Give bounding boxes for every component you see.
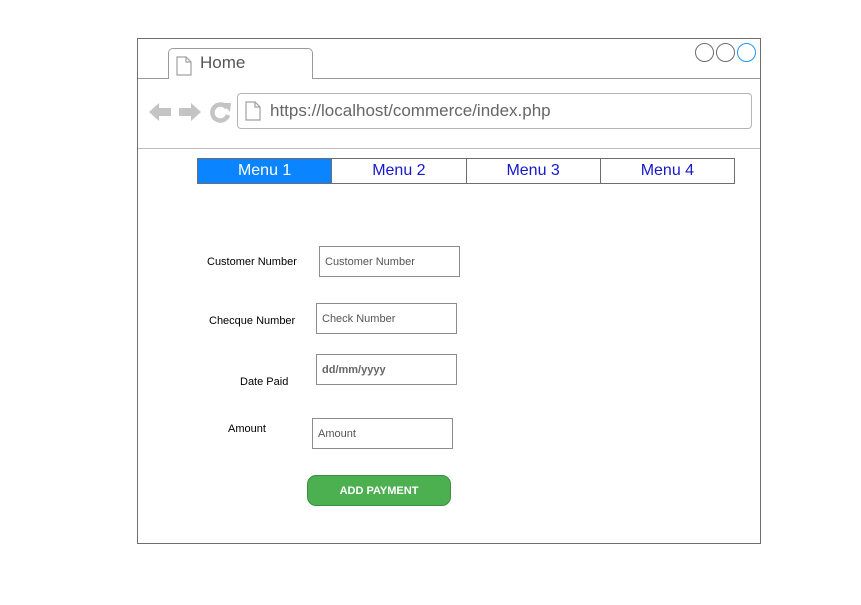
browser-window: Home https://localhost/commerce/index.ph… [137, 38, 761, 544]
menu-bar: Menu 1 Menu 2 Menu 3 Menu 4 [197, 158, 735, 184]
customer-number-input[interactable]: Customer Number [319, 246, 460, 277]
tab-label: Home [200, 53, 246, 72]
address-url: https://localhost/commerce/index.php [270, 101, 551, 120]
window-control-circle[interactable] [716, 43, 735, 62]
forward-arrow-icon[interactable] [178, 100, 202, 129]
document-icon [176, 56, 192, 81]
cheque-number-input[interactable]: Check Number [316, 303, 457, 334]
page-icon [245, 101, 261, 126]
menu-item-4[interactable]: Menu 4 [600, 159, 734, 183]
customer-number-label: Customer Number [207, 256, 297, 268]
add-payment-button[interactable]: ADD PAYMENT [307, 475, 451, 506]
menu-item-3[interactable]: Menu 3 [466, 159, 601, 183]
amount-label: Amount [228, 423, 266, 435]
window-control-circle[interactable] [737, 43, 756, 62]
cheque-number-label: Checque Number [209, 315, 296, 327]
date-paid-input[interactable]: dd/mm/yyyy [316, 354, 457, 385]
window-controls [695, 43, 756, 62]
amount-input[interactable]: Amount [312, 418, 453, 449]
window-control-circle[interactable] [695, 43, 714, 62]
reload-icon[interactable] [208, 100, 232, 129]
address-bar[interactable]: https://localhost/commerce/index.php [237, 93, 752, 129]
toolbar-divider [138, 148, 760, 149]
menu-item-1[interactable]: Menu 1 [198, 159, 333, 183]
back-arrow-icon[interactable] [148, 100, 172, 129]
navigation-buttons [148, 100, 232, 126]
menu-item-2[interactable]: Menu 2 [332, 159, 467, 183]
tab-home[interactable]: Home [168, 48, 313, 79]
date-paid-label: Date Paid [240, 376, 289, 388]
